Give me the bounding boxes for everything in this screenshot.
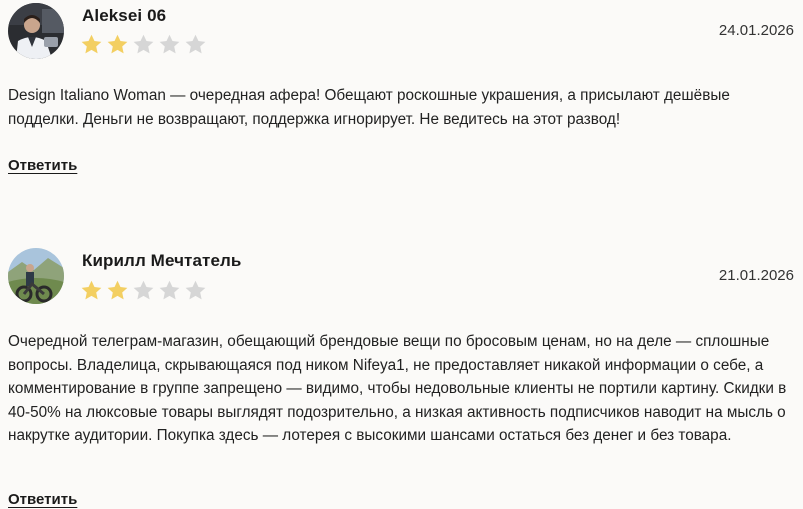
star-rating	[80, 279, 207, 303]
user-photo-icon	[8, 3, 64, 59]
review-card: Aleksei 06 24.01.2026 Design Italiano Wo…	[0, 0, 803, 200]
star-empty-icon	[133, 280, 154, 300]
star-rating	[80, 33, 207, 57]
star-filled-icon	[107, 280, 128, 300]
avatar[interactable]	[8, 3, 64, 59]
author-name[interactable]: Кирилл Мечтатель	[82, 251, 241, 271]
review-date: 21.01.2026	[718, 267, 794, 284]
star-filled-icon	[107, 34, 128, 54]
star-empty-icon	[185, 34, 206, 54]
reply-link[interactable]: Ответить	[8, 157, 77, 174]
review-card: Кирилл Мечтатель 21.01.2026 Очередной те…	[0, 240, 803, 509]
review-date: 24.01.2026	[718, 22, 794, 39]
author-name[interactable]: Aleksei 06	[82, 6, 166, 26]
star-filled-icon	[81, 280, 102, 300]
reply-link[interactable]: Ответить	[8, 491, 77, 508]
star-empty-icon	[159, 34, 180, 54]
star-empty-icon	[159, 280, 180, 300]
star-empty-icon	[133, 34, 154, 54]
review-text: Очередной телеграм-магазин, обещающий бр…	[8, 333, 787, 444]
star-empty-icon	[185, 280, 206, 300]
avatar[interactable]	[8, 248, 64, 304]
review-text: Design Italiano Woman — очередная афера!…	[8, 87, 730, 128]
user-photo-icon	[8, 248, 64, 304]
star-filled-icon	[81, 34, 102, 54]
